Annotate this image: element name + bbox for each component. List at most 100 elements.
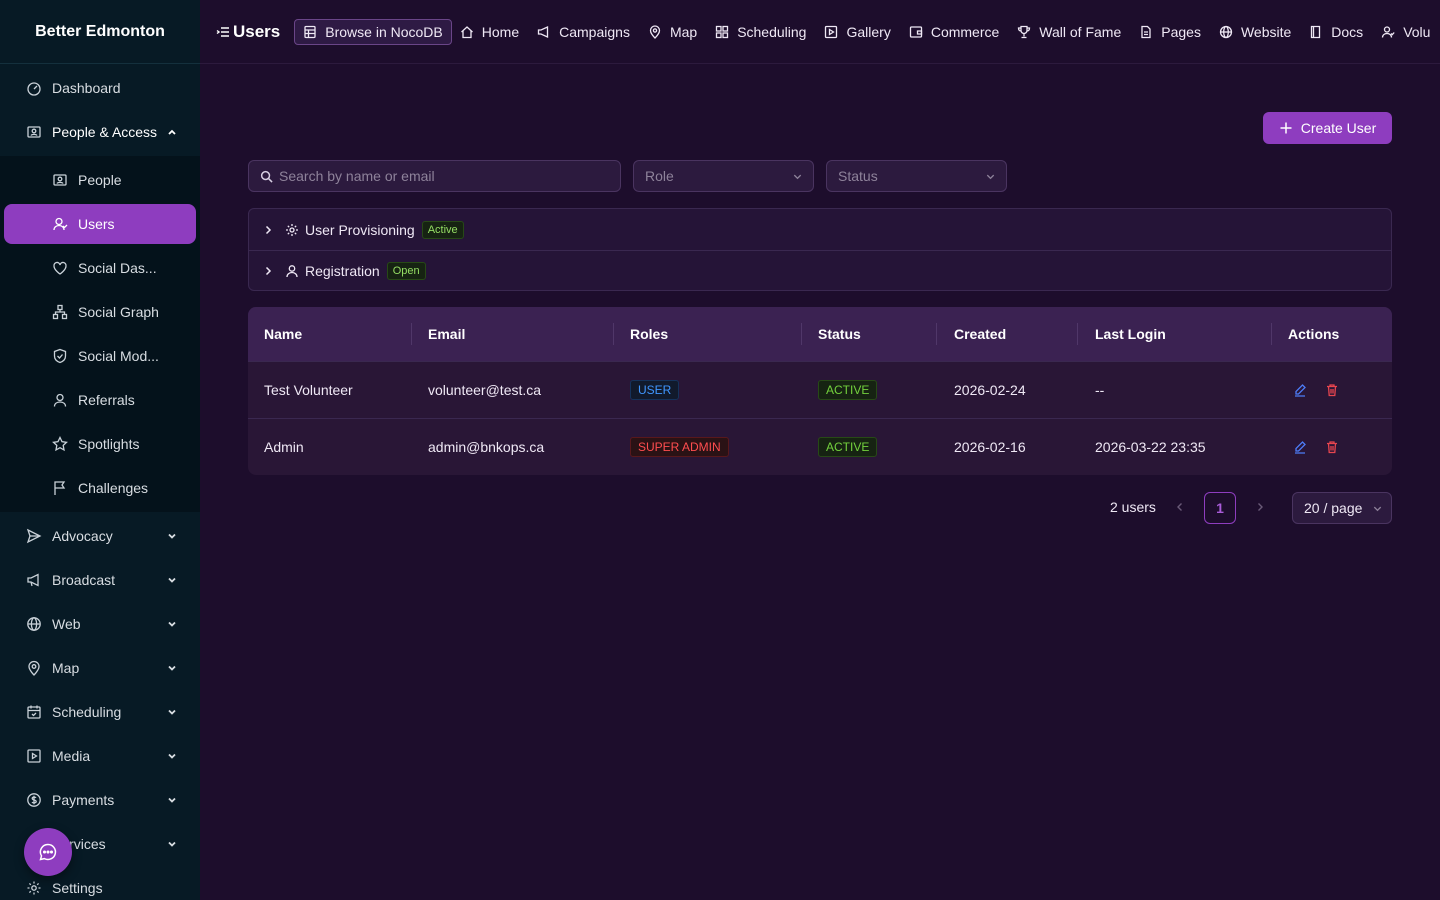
collapse-panel-registration[interactable]: Registration Open xyxy=(249,250,1391,291)
chat-button[interactable] xyxy=(24,828,72,876)
sidebar-item-payments[interactable]: Payments xyxy=(0,780,200,820)
nav-link-label: Website xyxy=(1240,23,1292,40)
sidebar-item-label: Broadcast xyxy=(52,572,116,588)
megaphone-icon xyxy=(537,25,549,38)
nav-link-label: Commerce xyxy=(930,23,1000,40)
sidebar-item-users[interactable]: Users xyxy=(4,204,196,244)
column-header[interactable]: Status xyxy=(818,307,861,361)
nav-link-label: Campaigns xyxy=(559,23,630,40)
plus-icon xyxy=(1280,122,1292,134)
delete-icon[interactable] xyxy=(1325,383,1339,397)
sidebar-item-people[interactable]: People xyxy=(0,160,200,200)
browse-nocodb-button[interactable]: Browse in NocoDB xyxy=(294,18,452,45)
page-size-select[interactable]: 20 / page xyxy=(1292,492,1392,524)
nav-link-wall-of-fame[interactable]: Wall of Fame xyxy=(1017,24,1121,40)
chevron-down-icon xyxy=(168,533,176,539)
sidebar-item-map[interactable]: Map xyxy=(0,648,200,688)
delete-icon[interactable] xyxy=(1325,440,1339,454)
collapse-panel-user-provisioning[interactable]: User Provisioning Active xyxy=(249,209,1391,250)
sidebar-item-label: Payments xyxy=(52,792,115,808)
sidebar-item-challenges[interactable]: Challenges xyxy=(0,468,200,508)
search-input[interactable] xyxy=(279,168,599,184)
sidebar-item-label: Settings xyxy=(52,880,103,896)
nav-link-label: Map xyxy=(669,23,698,40)
status-select[interactable]: Status xyxy=(826,160,1007,192)
sidebar-item-label: Social Das... xyxy=(78,260,157,276)
nav-link-pages[interactable]: Pages xyxy=(1139,24,1201,40)
nav-link-scheduling[interactable]: Scheduling xyxy=(715,24,806,40)
sidebar-item-media[interactable]: Media xyxy=(0,736,200,776)
edit-icon[interactable] xyxy=(1293,383,1307,397)
nav-link-volunteers[interactable]: Volu xyxy=(1381,24,1430,40)
user-icon xyxy=(1382,25,1395,38)
nav-link-label: Volu xyxy=(1403,23,1431,40)
column-header[interactable]: Last Login xyxy=(1095,307,1166,361)
column-header[interactable]: Email xyxy=(428,307,465,361)
users-table: Name Email Roles Status Created Last Log… xyxy=(248,307,1392,475)
sidebar-item-referrals[interactable]: Referrals xyxy=(0,380,200,420)
sidebar-item-settings[interactable]: Settings xyxy=(0,868,200,900)
nav-link-campaigns[interactable]: Campaigns xyxy=(537,24,630,40)
sidebar-item-spotlights[interactable]: Spotlights xyxy=(0,424,200,464)
sidebar-item-social-moderation[interactable]: Social Mod... xyxy=(0,336,200,376)
nav-link-website[interactable]: Website xyxy=(1219,24,1291,40)
sidebar-item-label: Social Graph xyxy=(78,304,159,320)
chevron-right-icon xyxy=(265,225,272,234)
column-header[interactable]: Name xyxy=(264,307,302,361)
cell-actions xyxy=(1293,419,1339,475)
sidebar: Better Edmonton Dashboard People & Acces… xyxy=(0,0,200,900)
menu-fold-icon[interactable] xyxy=(216,25,230,39)
edit-icon[interactable] xyxy=(1293,440,1307,454)
sidebar-item-scheduling[interactable]: Scheduling xyxy=(0,692,200,732)
cell-status: ACTIVE xyxy=(818,362,878,418)
search-field[interactable] xyxy=(248,160,621,192)
nav-link-docs[interactable]: Docs xyxy=(1309,24,1363,40)
page-title[interactable]: Users xyxy=(216,22,280,42)
sidebar-item-web[interactable]: Web xyxy=(0,604,200,644)
column-divider xyxy=(1077,323,1078,345)
nav-link-label: Docs xyxy=(1331,23,1364,40)
role-select[interactable]: Role xyxy=(633,160,814,192)
column-header[interactable]: Roles xyxy=(630,307,668,361)
page-title-text: Users xyxy=(233,21,281,41)
file-icon xyxy=(1141,25,1151,38)
chevron-down-icon xyxy=(793,174,802,180)
cell-role: SUPER ADMIN xyxy=(630,419,729,475)
nav-link-label: Wall of Fame xyxy=(1039,23,1122,40)
nav-link-commerce[interactable]: Commerce xyxy=(909,24,999,40)
sidebar-item-advocacy[interactable]: Advocacy xyxy=(0,516,200,556)
megaphone-icon xyxy=(27,573,39,587)
play-square-icon xyxy=(825,25,838,38)
nav-link-gallery[interactable]: Gallery xyxy=(824,24,891,40)
sidebar-item-label: People xyxy=(78,172,122,188)
status-badge: ACTIVE xyxy=(818,380,878,400)
sidebar-item-label: Referrals xyxy=(78,392,135,408)
chevron-down-icon xyxy=(168,621,176,627)
chevron-down-icon xyxy=(168,665,176,671)
nav-link-label: Scheduling xyxy=(737,23,807,40)
role-badge: SUPER ADMIN xyxy=(630,437,729,457)
create-user-button[interactable]: Create User xyxy=(1263,112,1392,144)
cell-last-login: -- xyxy=(1095,382,1105,398)
pagination-page-1[interactable]: 1 xyxy=(1204,492,1236,524)
role-select-placeholder: Role xyxy=(645,168,674,184)
sidebar-item-label: Users xyxy=(78,216,115,232)
column-header[interactable]: Created xyxy=(954,307,1006,361)
sidebar-item-social-graph[interactable]: Social Graph xyxy=(0,292,200,332)
chevron-right-icon[interactable] xyxy=(1255,502,1265,512)
chevron-left-icon[interactable] xyxy=(1175,502,1185,512)
sidebar-item-label: Media xyxy=(52,748,91,764)
sidebar-item-dashboard[interactable]: Dashboard xyxy=(0,68,200,108)
status-select-placeholder: Status xyxy=(838,168,878,184)
sidebar-item-broadcast[interactable]: Broadcast xyxy=(0,560,200,600)
cell-role: USER xyxy=(630,362,680,418)
sidebar-item-social-dashboard[interactable]: Social Das... xyxy=(0,248,200,288)
browse-nocodb-label: Browse in NocoDB xyxy=(325,23,443,40)
sidebar-item-people-access[interactable]: People & Access xyxy=(0,112,200,152)
user-icon xyxy=(53,393,67,407)
nav-link-home[interactable]: Home xyxy=(460,24,519,40)
dashboard-icon xyxy=(27,82,41,96)
nav-link-map[interactable]: Map xyxy=(648,24,697,40)
sidebar-item-label: Social Mod... xyxy=(78,348,159,364)
globe-icon xyxy=(27,617,41,631)
